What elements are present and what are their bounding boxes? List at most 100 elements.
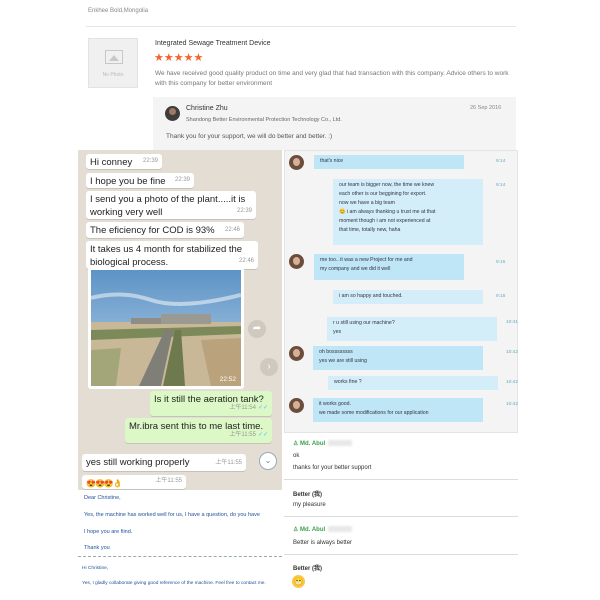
divider [86,26,516,27]
chat-bubble: Hi conney 22:39 [86,154,162,169]
reply-date: 26 Sep 2016 [470,105,502,111]
buyer-location: Enkhee Bold,Mongolia [88,8,149,14]
scroll-down-button[interactable]: ⌄ [259,452,277,470]
message-time: 22:39 [142,158,158,164]
email-greeting: Dear Christine, [84,495,121,501]
reply-text: Thank you for your support, we will do b… [166,133,333,140]
message-text: Better is always better [293,540,353,546]
emoji-message: 😍😍😍👌 [86,479,123,488]
reply-author-name: Christine Zhu [186,105,228,112]
redacted-text [328,440,353,447]
photo-time: 22:52 [219,376,236,383]
rating-stars: ★★★★★ [154,52,204,64]
divider [78,556,282,557]
chat-bubble-outgoing: Mr.ibra sent this to me last time. 上午11:… [125,418,272,443]
message-bubble: that's nice [314,155,464,169]
message-bubble-own: works fine ? [328,376,498,390]
user-icon: ♙ [293,527,301,533]
divider [284,554,518,555]
avatar [289,155,304,170]
message-text: 😊 i am always thanking u trust me at tha… [339,209,436,215]
message-time: 10:42 [506,402,519,407]
message-text: moment though i am not experienced at [339,218,431,224]
message-time: 9:15 [496,260,506,265]
message-time: 10:41 [506,320,519,325]
message-time: 22:39 [236,208,252,214]
photo-label: No Photo [102,72,124,78]
message-text: my company and we did it well [320,266,391,272]
sender-name: ♙ Md. Abul [293,440,353,447]
plant-photo [91,270,241,386]
message-time: 9:14 [496,183,506,188]
chat-bubble: yes still working properly 上午11:55 [82,454,246,471]
sender-name: Better (我) [293,566,323,572]
avatar [289,346,304,361]
forward-icon[interactable]: ➦ [248,320,266,338]
message-text: oh bossssssss [319,349,353,355]
message-bubble: it works good. we made some modification… [313,398,483,422]
message-bubble-own: our team is bigger now, the time we knew… [333,179,483,245]
message-text: our team is bigger now, the time we knew [339,182,435,188]
message-text: that's nice [320,158,344,164]
message-text: Hi conney [90,157,133,168]
avatar [289,398,304,413]
message-text: we made some modifications for our appli… [319,410,429,416]
message-bubble: oh bossssssss yes we are still using [313,346,483,370]
message-text: yes [333,329,342,335]
photo-message[interactable]: 22:52 [88,267,244,389]
message-text: yes we are still using [319,358,367,364]
email-line: I hope you are fiind. [84,529,133,535]
message-text: The eficiency for COD is 93% [90,225,215,236]
chat-bubble: 😍😍😍👌 上午11:55 [82,475,186,489]
message-bubble-own: i am so happy and touched. [333,290,483,304]
read-ticks-icon: ✓✓ [257,432,268,438]
avatar [289,254,304,269]
message-time: 10:42 [506,350,519,355]
message-text: ok [293,453,300,459]
message-time: 上午11:55 [155,478,182,484]
chat-bubble: It takes us 4 month for stabilized the b… [86,241,258,269]
email-signoff: Thank you [84,545,110,551]
chat-bubble: The eficiency for COD is 93% 22:46 [86,222,244,238]
message-time: 9:14 [496,159,506,164]
chat-bubble: I send you a photo of the plant.....it i… [86,191,256,219]
divider [284,516,518,517]
product-photo-placeholder: No Photo [88,38,138,88]
forward-icon[interactable]: › [260,358,278,376]
message-text: I send you a photo of the plant.....it i… [90,194,246,218]
message-text: r u still using our machine? [333,320,395,326]
redacted-text [328,526,353,533]
message-time: 22:46 [224,227,240,233]
message-time: 上午11:54 [229,405,256,411]
review-text: We have received good quality product on… [155,70,509,87]
message-bubble: me too.. it was a new Project for me and… [314,254,464,280]
message-bubble-own: r u still using our machine? yes [327,317,497,341]
whatsapp-chat: Hi conney 22:39 I hope you be fine 22:39… [78,150,282,490]
message-text: that time, totally new, haha [339,227,401,233]
message-text: me too.. it was a new Project for me and [320,257,413,263]
user-icon: ♙ [293,441,301,447]
sender-name: Better (我) [293,492,323,498]
chat-bubble-outgoing: Is it still the aeration tank? 上午11:54 ✓✓ [150,391,272,416]
message-text: I hope you be fine [90,176,166,187]
message-text: i am so happy and touched. [339,293,403,299]
email-line: Yes, I gladly collaborate giving good re… [82,581,266,586]
message-text: my pleasure [293,502,326,508]
avatar [165,106,180,121]
message-time: 9:16 [496,294,506,299]
message-time: 10:42 [506,380,519,385]
product-title[interactable]: Integrated Sewage Treatment Device [155,40,271,47]
email-greeting: Hi Christine, [82,566,109,571]
divider [284,479,518,480]
message-text: it works good. [319,401,352,407]
message-time: 上午11:55 [229,432,256,438]
message-text: now we have a big team [339,200,395,206]
reply-author-company: Shandong Better Environmental Protection… [186,117,342,123]
message-text: each other is our beggining for export. [339,191,427,197]
message-time: 22:39 [174,177,190,183]
image-icon [105,50,123,64]
message-text: thanks for your better support [293,465,372,471]
message-text: yes still working properly [86,457,190,468]
message-time: 上午11:55 [215,460,242,466]
sender-name: ♙ Md. Abul [293,526,353,533]
